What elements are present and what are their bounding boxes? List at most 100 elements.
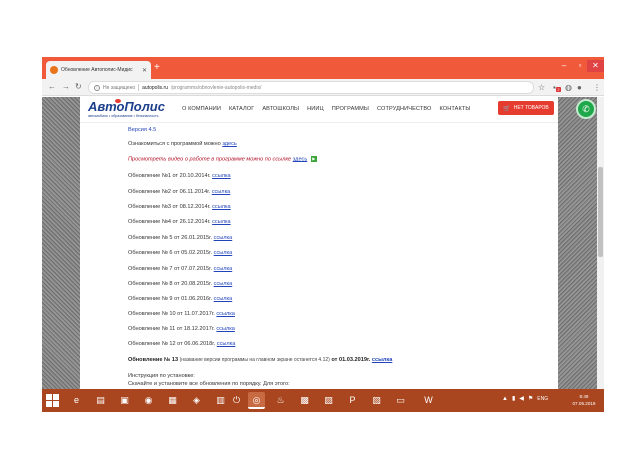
menu-icon[interactable]: ⋮: [593, 82, 601, 93]
ie-icon[interactable]: e: [68, 392, 85, 409]
install-heading: Инструкция по установке:: [128, 373, 195, 379]
logo-mark-icon: [115, 99, 121, 103]
minimize-button[interactable]: –: [556, 60, 572, 72]
scrollbar[interactable]: [597, 97, 604, 389]
phone-call-button[interactable]: ✆: [576, 99, 596, 119]
logo-tagline: автомобиль • образование • безопасность: [88, 114, 159, 118]
update-link[interactable]: ссылка: [217, 341, 236, 347]
display-icon[interactable]: ▭: [392, 392, 409, 409]
account-icon[interactable]: ●: [577, 82, 582, 93]
site-logo[interactable]: АвтоПолис автомобиль • образование • без…: [88, 99, 168, 121]
nav-item-catalog[interactable]: КАТАЛОГ: [229, 106, 254, 112]
scrollbar-thumb[interactable]: [598, 167, 603, 257]
update-link[interactable]: ссылка: [212, 173, 231, 179]
update-link[interactable]: ссылка: [214, 266, 233, 272]
app-icon[interactable]: ▥: [212, 392, 229, 409]
url-domain: autopolis.ru: [142, 84, 169, 91]
clock[interactable]: 8:49 07.05.2019: [569, 393, 599, 407]
java-icon[interactable]: ♨: [272, 392, 289, 409]
play-icon[interactable]: ▶: [310, 156, 317, 162]
info-icon[interactable]: i: [94, 84, 100, 91]
list-item: Обновление № 7 от 07.07.2015г. ссылка: [128, 266, 233, 272]
window-title-bar: Обновление Автополис-Мидис ✕ + – ▫ ✕: [42, 57, 604, 79]
url-path: /programms/obnovlenie-autopolis-medis/: [171, 84, 262, 91]
windows-start-icon[interactable]: [46, 394, 60, 407]
reload-icon[interactable]: ↻: [75, 81, 82, 93]
star-icon[interactable]: ☆: [538, 82, 545, 93]
video-line: Просмотреть видео о работе в программе м…: [128, 156, 317, 163]
nav-item-schools[interactable]: АВТОШКОЛЫ: [262, 106, 299, 112]
update-link[interactable]: ссылка: [212, 219, 231, 225]
demo-line: Ознакомиться с программой можно здесь: [128, 141, 237, 147]
list-item: Обновление №1 от 20.10.2014г. ссылка: [128, 173, 231, 179]
cart-label: НЕТ ТОВАРОВ: [513, 105, 549, 111]
browser-toolbar: ← → ↻ i Не защищено autopolis.ru /progra…: [42, 79, 604, 96]
cart-button[interactable]: 🛒 НЕТ ТОВАРОВ: [498, 101, 554, 115]
screen: Обновление Автополис-Мидис ✕ + – ▫ ✕ ← →…: [42, 57, 604, 412]
extension-2-icon[interactable]: ◍: [565, 82, 572, 93]
main-nav: О КОМПАНИИ КАТАЛОГ АВТОШКОЛЫ НИИЦ ПРОГРА…: [182, 106, 470, 112]
chevron-up-icon[interactable]: ▲: [502, 396, 508, 402]
camera-icon[interactable]: ▦: [164, 392, 181, 409]
photo-icon[interactable]: ▨: [320, 392, 337, 409]
demo-link[interactable]: здесь: [222, 141, 237, 147]
taskbar: e ▤ ▣ ◉ ▦ ◈ ▥ ⏻ ◎ ♨ ▩ ▨ P ▧ ▭ W ▲ ▮ ◀ ⚑ …: [42, 389, 604, 412]
powerpoint-icon[interactable]: P: [344, 392, 361, 409]
system-tray: ▲ ▮ ◀ ⚑ ENG: [502, 395, 548, 403]
extension-badge: 2: [556, 87, 561, 92]
new-tab-button[interactable]: +: [154, 62, 160, 74]
forward-arrow-icon[interactable]: →: [62, 81, 70, 93]
tab-close-icon[interactable]: ✕: [142, 67, 147, 74]
player-icon[interactable]: ◉: [140, 392, 157, 409]
update-link[interactable]: ссылка: [214, 296, 233, 302]
word-icon[interactable]: W: [420, 392, 437, 409]
update-link[interactable]: ссылка: [216, 311, 235, 317]
update-link[interactable]: ссылка: [214, 235, 233, 241]
background-texture-left: [42, 97, 80, 389]
list-item: Обновление № 10 от 11.07.2017г. ссылка: [128, 311, 235, 317]
cart-icon: 🛒: [503, 105, 511, 112]
nav-item-contacts[interactable]: КОНТАКТЫ: [439, 106, 470, 112]
back-arrow-icon[interactable]: ←: [48, 81, 56, 93]
nav-item-company[interactable]: О КОМПАНИИ: [182, 106, 221, 112]
url-divider: [138, 84, 140, 91]
maximize-button[interactable]: ▫: [572, 60, 588, 72]
network-icon[interactable]: ▧: [368, 392, 385, 409]
install-text: Скачайте и установите все обновления по …: [128, 381, 290, 387]
chrome-icon[interactable]: ◎: [248, 392, 265, 409]
update-13-line: Обновление № 13 (название версии програм…: [128, 357, 393, 363]
update-link[interactable]: ссылка: [212, 204, 231, 210]
address-bar[interactable]: i Не защищено autopolis.ru /programms/ob…: [88, 81, 534, 94]
list-item: Обновление №4 от 26.12.2014г. ссылка: [128, 219, 231, 225]
nav-item-cooperation[interactable]: СОТРУДНИЧЕСТВО: [377, 106, 431, 112]
list-item: Обновление № 6 от 05.02.2015г. ссылка: [128, 250, 233, 256]
update-link[interactable]: ссылка: [216, 326, 235, 332]
tab-title: Обновление Автополис-Мидис: [61, 67, 133, 73]
update-link[interactable]: ссылка: [212, 189, 231, 195]
network-tray-icon[interactable]: ▮: [512, 395, 515, 402]
close-window-button[interactable]: ✕: [587, 60, 604, 72]
video-link[interactable]: здесь: [293, 156, 308, 162]
folder-icon[interactable]: ▣: [116, 392, 133, 409]
language-indicator[interactable]: ENG: [537, 396, 548, 402]
update-13-link[interactable]: ссылка: [372, 357, 392, 363]
flag-icon[interactable]: ⚑: [528, 395, 533, 402]
nav-item-niic[interactable]: НИИЦ: [307, 106, 324, 112]
media-icon[interactable]: ◈: [188, 392, 205, 409]
update-link[interactable]: ссылка: [214, 250, 233, 256]
list-item: Обновление № 11 от 18.12.2017г. ссылка: [128, 326, 235, 332]
update-13-note: (название версии программы на главном эк…: [179, 357, 330, 363]
list-item: Обновление №2 от 06.11.2014г. ссылка: [128, 189, 231, 195]
volume-icon[interactable]: ◀: [519, 395, 524, 402]
clock-time: 8:49: [579, 394, 589, 399]
version-label: Версия 4.5: [128, 127, 157, 133]
security-label: Не защищено: [103, 84, 136, 91]
excel-icon[interactable]: ▩: [296, 392, 313, 409]
nav-item-programs[interactable]: ПРОГРАММЫ: [332, 106, 369, 112]
explorer-icon[interactable]: ▤: [92, 392, 109, 409]
update-link[interactable]: ссылка: [214, 281, 233, 287]
browser-tab[interactable]: Обновление Автополис-Мидис ✕: [46, 61, 151, 79]
power-icon[interactable]: ⏻: [228, 392, 245, 409]
favicon-icon: [50, 66, 58, 74]
update-13-date: от 01.03.2019г.: [331, 357, 371, 363]
